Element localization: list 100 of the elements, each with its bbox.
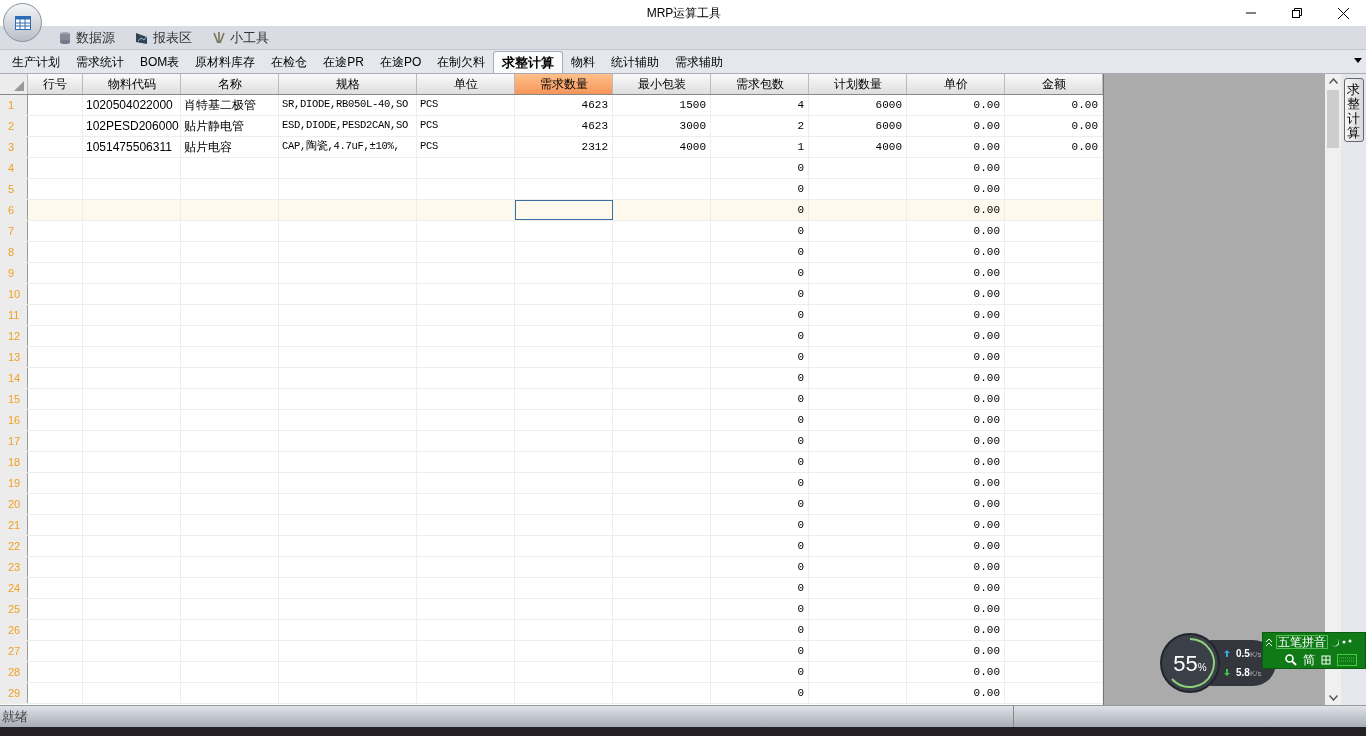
table-row[interactable]: 29 0 0.00 xyxy=(0,683,1103,704)
row-number: 2 xyxy=(0,116,28,136)
table-cell: CAP,陶瓷,4.7uF,±10%, xyxy=(279,137,417,157)
tab[interactable]: 需求辅助 xyxy=(667,51,732,73)
table-cell: 0 xyxy=(711,326,809,346)
table-row[interactable]: 2 102PESD206000 贴片静电管 ESD,DIODE,PESD2CAN,SO PCS 4623 3000 2 6000 0.00 0.00 xyxy=(0,116,1103,137)
expand-icon[interactable] xyxy=(1265,637,1273,647)
table-row[interactable]: 21 0 0.00 xyxy=(0,515,1103,536)
table-row[interactable]: 17 0 0.00 xyxy=(0,431,1103,452)
column-header[interactable]: 需求数量 xyxy=(515,74,613,94)
tab[interactable]: 生产计划 xyxy=(4,51,68,73)
tab[interactable]: 物料 xyxy=(563,51,604,73)
table-row[interactable]: 7 0 0.00 xyxy=(0,221,1103,242)
table-cell: 0.00 xyxy=(907,242,1005,262)
table-row[interactable]: 27 0 0.00 xyxy=(0,641,1103,662)
table-row[interactable]: 3 1051475506311 贴片电容 CAP,陶瓷,4.7uF,±10%, PCS 2312 4000 1 4000 0.00 0.00 xyxy=(0,137,1103,158)
ribbon-tab[interactable]: 小工具 xyxy=(230,27,269,48)
row-number: 19 xyxy=(0,473,28,493)
grid-icon[interactable] xyxy=(1321,654,1331,665)
table-cell: PCS xyxy=(417,116,515,136)
side-tab[interactable]: 求整计算 xyxy=(1343,78,1364,142)
table-row[interactable]: 15 0 0.00 xyxy=(0,389,1103,410)
table-cell: 0 xyxy=(711,473,809,493)
table-row[interactable]: 6 0 0.00 xyxy=(0,200,1103,221)
ime-mode[interactable]: 五笔拼音 xyxy=(1276,635,1328,649)
tab[interactable]: 在制欠料 xyxy=(429,51,494,73)
column-header[interactable]: 最小包装 xyxy=(613,74,711,94)
table-cell: 0 xyxy=(711,242,809,262)
table-row[interactable]: 18 0 0.00 xyxy=(0,452,1103,473)
table-cell: 0.00 xyxy=(907,263,1005,283)
tab[interactable]: 求整计算 xyxy=(493,51,564,73)
table-row[interactable]: 14 0 0.00 xyxy=(0,368,1103,389)
table-cell: 0.00 xyxy=(907,326,1005,346)
row-number: 20 xyxy=(0,494,28,514)
table-row[interactable]: 22 0 0.00 xyxy=(0,536,1103,557)
table-row[interactable]: 20 0 0.00 xyxy=(0,494,1103,515)
row-number: 14 xyxy=(0,368,28,388)
tab[interactable]: 在途PO xyxy=(372,51,430,73)
table-cell: 102PESD206000 xyxy=(83,116,181,136)
table-row[interactable]: 5 0 0.00 xyxy=(0,179,1103,200)
row-number: 23 xyxy=(0,557,28,577)
table-row[interactable]: 23 0 0.00 xyxy=(0,557,1103,578)
table-row[interactable]: 8 0 0.00 xyxy=(0,242,1103,263)
scroll-thumb[interactable] xyxy=(1327,90,1339,148)
table-row[interactable]: 19 0 0.00 xyxy=(0,473,1103,494)
column-header[interactable]: 单位 xyxy=(417,74,515,94)
column-header[interactable]: 金额 xyxy=(1005,74,1103,94)
column-header[interactable]: 物料代码 xyxy=(83,74,181,94)
table-cell: 0 xyxy=(711,536,809,556)
table-row[interactable]: 26 0 0.00 xyxy=(0,620,1103,641)
table-cell: 0 xyxy=(711,431,809,451)
table-row[interactable]: 1 1020504022000 肖特基二极管 SR,DIODE,RB050L-40,SO PCS 4623 1500 4 6000 0.00 0.00 xyxy=(0,95,1103,116)
table-cell: PCS xyxy=(417,95,515,115)
keyboard-icon[interactable] xyxy=(1337,653,1357,666)
tab[interactable]: 在检仓 xyxy=(263,51,316,73)
scroll-up-icon[interactable] xyxy=(1328,78,1338,84)
tab[interactable]: BOM表 xyxy=(132,51,188,73)
tab[interactable]: 在途PR xyxy=(315,51,372,73)
table-cell: 2 xyxy=(711,116,809,136)
table-row[interactable]: 28 0 0.00 xyxy=(0,662,1103,683)
table-cell: 0.00 xyxy=(907,179,1005,199)
scrollbar[interactable] xyxy=(1325,74,1341,705)
table-row[interactable]: 25 0 0.00 xyxy=(0,599,1103,620)
table-row[interactable]: 11 0 0.00 xyxy=(0,305,1103,326)
ribbon-tab[interactable]: 报表区 xyxy=(153,27,192,48)
row-number: 27 xyxy=(0,641,28,661)
table-row[interactable]: 4 0 0.00 xyxy=(0,158,1103,179)
charset-label[interactable]: 简 xyxy=(1303,653,1315,666)
table-cell: 0 xyxy=(711,641,809,661)
dropdown-icon[interactable] xyxy=(1354,58,1362,63)
column-header[interactable]: 规格 xyxy=(279,74,417,94)
table-row[interactable]: 12 0 0.00 xyxy=(0,326,1103,347)
search-icon[interactable] xyxy=(1285,653,1297,666)
tab[interactable]: 需求统计 xyxy=(68,51,132,73)
tab[interactable]: 统计辅助 xyxy=(603,51,668,73)
table-cell: 0.00 xyxy=(907,200,1005,220)
column-header[interactable]: 单价 xyxy=(907,74,1005,94)
table-row[interactable]: 16 0 0.00 xyxy=(0,410,1103,431)
table-row[interactable]: 10 0 0.00 xyxy=(0,284,1103,305)
table-row[interactable]: 24 0 0.00 xyxy=(0,578,1103,599)
table-cell: 0.00 xyxy=(907,683,1005,703)
row-number: 29 xyxy=(0,683,28,703)
punctuation-icon[interactable] xyxy=(1342,638,1352,646)
column-header[interactable]: 计划数量 xyxy=(809,74,907,94)
tab[interactable]: 原材料库存 xyxy=(187,51,264,73)
column-header[interactable]: 需求包数 xyxy=(711,74,809,94)
table-row[interactable]: 9 0 0.00 xyxy=(0,263,1103,284)
table-row[interactable]: 13 0 0.00 xyxy=(0,347,1103,368)
table-cell: 0.00 xyxy=(907,557,1005,577)
table-cell: 0.00 xyxy=(907,494,1005,514)
ribbon-tab[interactable]: 数据源 xyxy=(76,27,115,48)
database-icon xyxy=(58,30,72,45)
table-cell: 3000 xyxy=(613,116,711,136)
table-cell: 0.00 xyxy=(907,473,1005,493)
column-header[interactable]: 行号 xyxy=(28,74,83,94)
scroll-down-icon[interactable] xyxy=(1328,695,1338,701)
column-header[interactable]: 名称 xyxy=(181,74,279,94)
table-cell: 0.00 xyxy=(907,305,1005,325)
row-number: 13 xyxy=(0,347,28,367)
row-number: 1 xyxy=(0,95,28,115)
